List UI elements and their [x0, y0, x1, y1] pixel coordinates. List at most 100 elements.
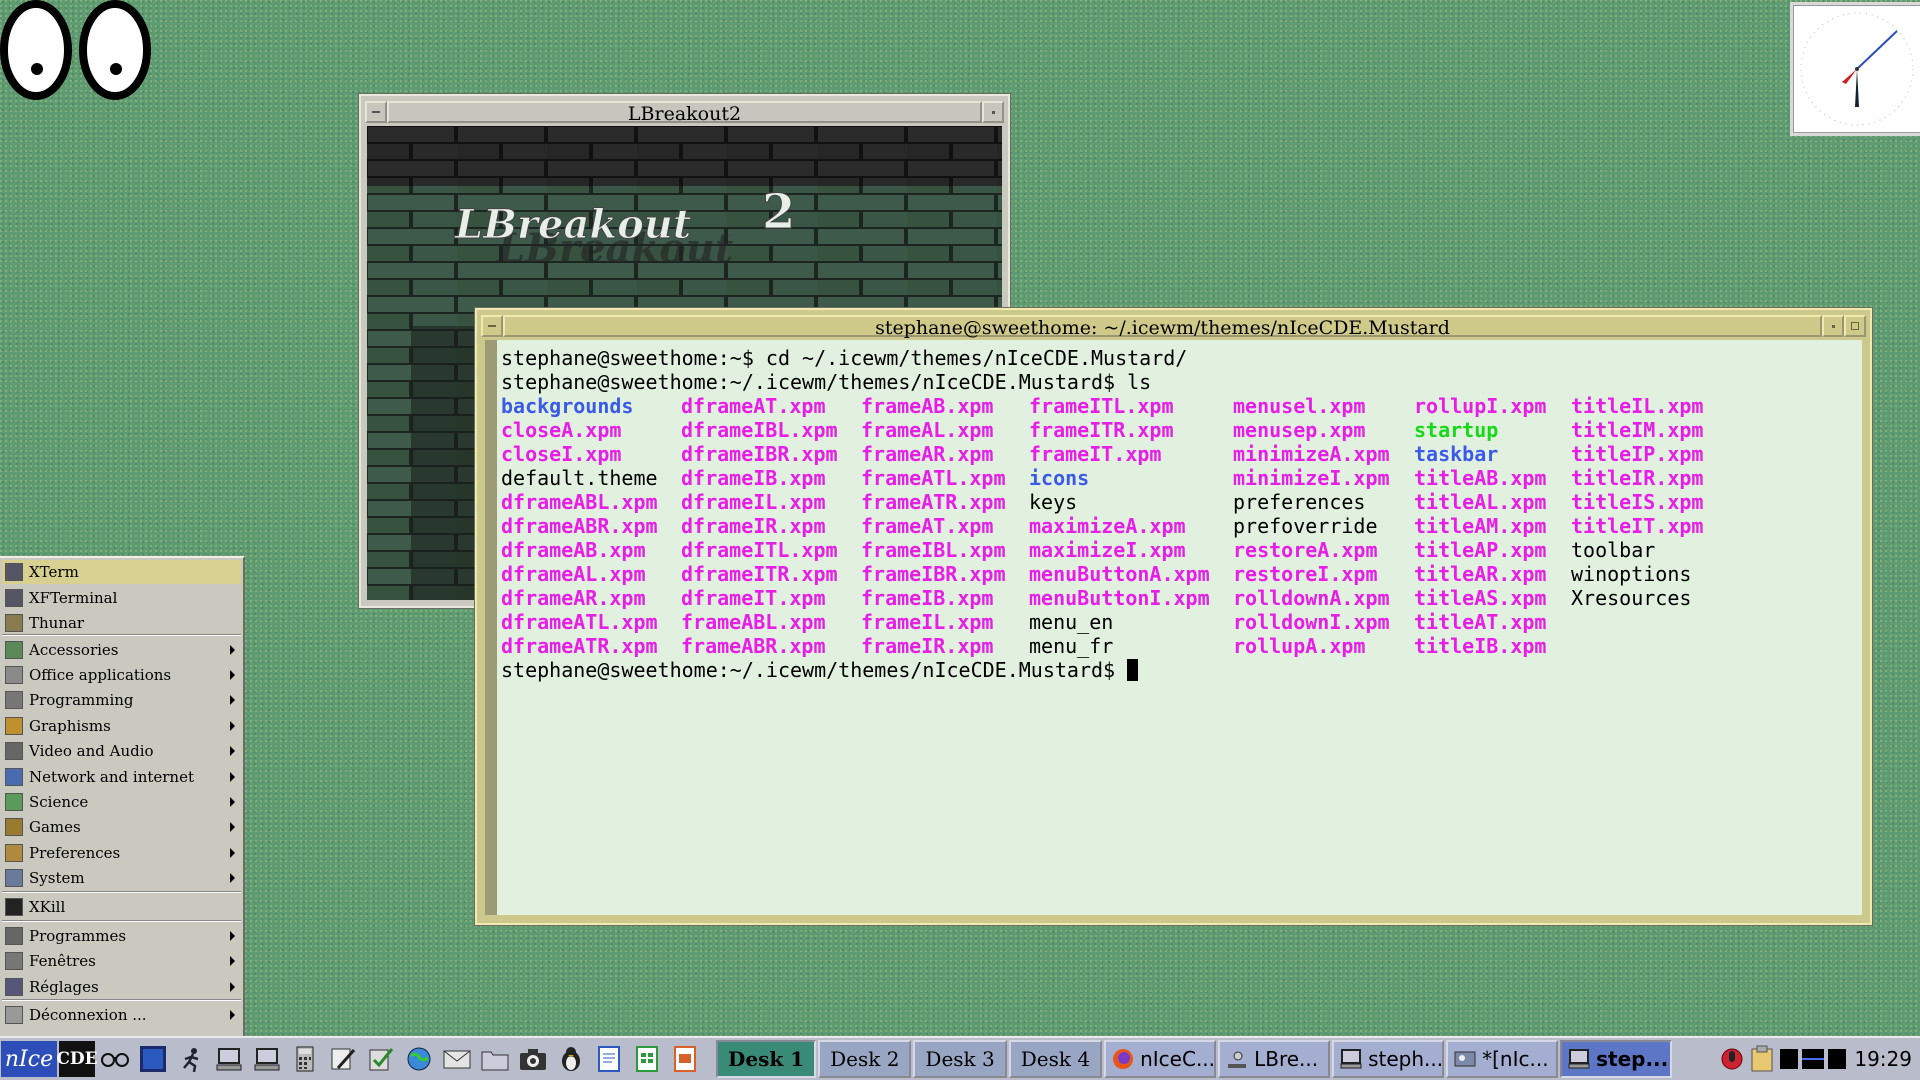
menu-item-video-and-audio[interactable]: Video and Audio — [2, 739, 241, 763]
task-label: nIceC... — [1140, 1047, 1216, 1071]
terminal-prompt-line[interactable]: stephane@sweethome:~/.icewm/themes/nIceC… — [501, 658, 1862, 682]
menu-item-games[interactable]: Games — [2, 815, 241, 839]
desk-3-button[interactable]: Desk 3 — [913, 1040, 1007, 1078]
settings-launcher[interactable] — [363, 1041, 399, 1077]
mail-launcher[interactable] — [439, 1041, 475, 1077]
menu-item-fen-tres[interactable]: Fenêtres — [2, 949, 241, 973]
files-launcher[interactable] — [477, 1041, 513, 1077]
microphone-icon[interactable] — [1720, 1046, 1744, 1072]
maximize-button[interactable] — [1844, 315, 1866, 337]
task-firefox[interactable]: nIceC... — [1104, 1040, 1217, 1078]
start-menu-button[interactable]: nIce — [1, 1041, 57, 1077]
menu-item-accessories[interactable]: Accessories — [2, 638, 241, 662]
menu-item-label: Fenêtres — [29, 952, 96, 970]
impress-launcher[interactable] — [667, 1041, 703, 1077]
programs-icon — [5, 927, 23, 945]
menu-item-xkill[interactable]: XKill — [2, 895, 241, 919]
cpu-monitor-icon[interactable] — [1780, 1049, 1799, 1069]
ls-entry: frameATL.xpm — [861, 466, 1006, 490]
ls-entry: titleAT.xpm — [1414, 610, 1547, 634]
pen-icon — [331, 1048, 356, 1070]
menu-item-office-applications[interactable]: Office applications — [2, 663, 241, 687]
ls-entry: rollupA.xpm — [1233, 634, 1366, 658]
ls-entry: menuButtonA.xpm — [1029, 562, 1210, 586]
menu-item-label: Réglages — [29, 978, 99, 996]
task-terminal-2[interactable]: step... — [1560, 1040, 1673, 1078]
screenshot-launcher[interactable] — [515, 1041, 551, 1077]
minimize-button[interactable] — [1822, 315, 1844, 337]
submenu-arrow-icon — [230, 670, 235, 680]
maximize-button[interactable] — [982, 101, 1004, 123]
ls-entry: dframeATR.xpm — [501, 634, 658, 658]
terminal-output[interactable]: stephane@sweethome:~$ cd ~/.icewm/themes… — [497, 340, 1862, 915]
ls-entry: default.theme — [501, 466, 658, 490]
calc-launcher[interactable] — [629, 1041, 665, 1077]
submenu-arrow-icon — [230, 848, 235, 858]
desk-4-button[interactable]: Desk 4 — [1008, 1040, 1103, 1078]
task-terminal-1[interactable]: steph... — [1332, 1040, 1445, 1078]
ls-entry: dframeAL.xpm — [501, 562, 646, 586]
clipboard-icon[interactable] — [1750, 1045, 1774, 1073]
calculator-launcher[interactable] — [287, 1041, 323, 1077]
ls-entry: titleIL.xpm — [1571, 394, 1704, 418]
terminal-launcher[interactable] — [211, 1041, 247, 1077]
menu-item-xterm[interactable]: XTerm — [2, 560, 241, 584]
start-label: nIce — [4, 1046, 54, 1072]
user-launcher[interactable] — [553, 1041, 589, 1077]
terminal-titlebar[interactable]: stephane@sweethome: ~/.icewm/themes/nIce… — [481, 314, 1866, 339]
menu-separator — [2, 999, 241, 1001]
task-label: steph... — [1368, 1047, 1444, 1071]
submenu-arrow-icon — [230, 695, 235, 705]
desk-2-button[interactable]: Desk 2 — [818, 1040, 912, 1078]
writer-launcher[interactable] — [591, 1041, 627, 1077]
menu-item-programming[interactable]: Programming — [2, 688, 241, 712]
cde-button[interactable]: CDE — [56, 1041, 98, 1077]
xfterminal-launcher[interactable] — [249, 1041, 285, 1077]
terminal-window[interactable]: stephane@sweethome: ~/.icewm/themes/nIce… — [474, 307, 1873, 926]
memory-monitor-icon[interactable] — [1828, 1049, 1847, 1069]
terminal-icon — [254, 1048, 280, 1071]
menu-item-thunar[interactable]: Thunar — [2, 611, 241, 635]
ls-entry: titleIB.xpm — [1414, 634, 1547, 658]
ls-entry: frameAB.xpm — [861, 394, 994, 418]
desk-1-button[interactable]: Desk 1 — [716, 1040, 817, 1078]
ls-entry: frameITL.xpm — [1029, 394, 1174, 418]
menu-item-d-connexion[interactable]: Déconnexion ... — [2, 1003, 241, 1027]
menu-separator — [2, 891, 241, 893]
menu-item-network-and-internet[interactable]: Network and internet — [2, 765, 241, 789]
settings-icon — [5, 978, 23, 996]
menu-item-science[interactable]: Science — [2, 790, 241, 814]
task-lbreakout[interactable]: LBre... — [1218, 1040, 1331, 1078]
menu-item-label: Video and Audio — [29, 742, 154, 760]
ls-entry: dframeITR.xpm — [681, 562, 838, 586]
xeyes-launcher[interactable] — [97, 1041, 133, 1077]
text-editor-launcher[interactable] — [325, 1041, 361, 1077]
graphics-icon — [5, 717, 23, 735]
system-icon — [5, 869, 23, 887]
task-image-editor[interactable]: *[nIc... — [1446, 1040, 1559, 1078]
clock-time[interactable]: 19:29 — [1854, 1047, 1912, 1071]
ls-entry: maximizeI.xpm — [1029, 538, 1186, 562]
lbreakout-titlebar[interactable]: LBreakout2 — [365, 100, 1004, 125]
window-menu-button[interactable] — [481, 315, 503, 337]
menu-item-graphisms[interactable]: Graphisms — [2, 714, 241, 738]
menu-item-programmes[interactable]: Programmes — [2, 924, 241, 948]
tux-icon — [562, 1047, 580, 1071]
submenu-arrow-icon — [230, 772, 235, 782]
taskbar[interactable]: nIce CDE Desk 1 Desk 2 Desk 3 Desk 4 nIc… — [0, 1036, 1920, 1080]
network-monitor-icon[interactable] — [1802, 1049, 1825, 1069]
show-desktop-launcher[interactable] — [135, 1041, 171, 1077]
menu-item-r-glages[interactable]: Réglages — [2, 975, 241, 999]
menu-item-xfterminal[interactable]: XFTerminal — [2, 586, 241, 610]
menu-item-system[interactable]: System — [2, 866, 241, 890]
menu-item-preferences[interactable]: Preferences — [2, 841, 241, 865]
run-launcher[interactable] — [173, 1041, 209, 1077]
window-menu-button[interactable] — [365, 101, 387, 123]
glasses-icon — [101, 1053, 129, 1067]
ls-entry: rolldownA.xpm — [1233, 586, 1390, 610]
browser-launcher[interactable] — [401, 1041, 437, 1077]
start-menu[interactable]: XTerm XFTerminal Thunar Accessories Office a… — [0, 556, 245, 1036]
ls-entry: backgrounds — [501, 394, 634, 418]
menu-item-label: Thunar — [29, 614, 85, 632]
ls-entry: titleAB.xpm — [1414, 466, 1547, 490]
